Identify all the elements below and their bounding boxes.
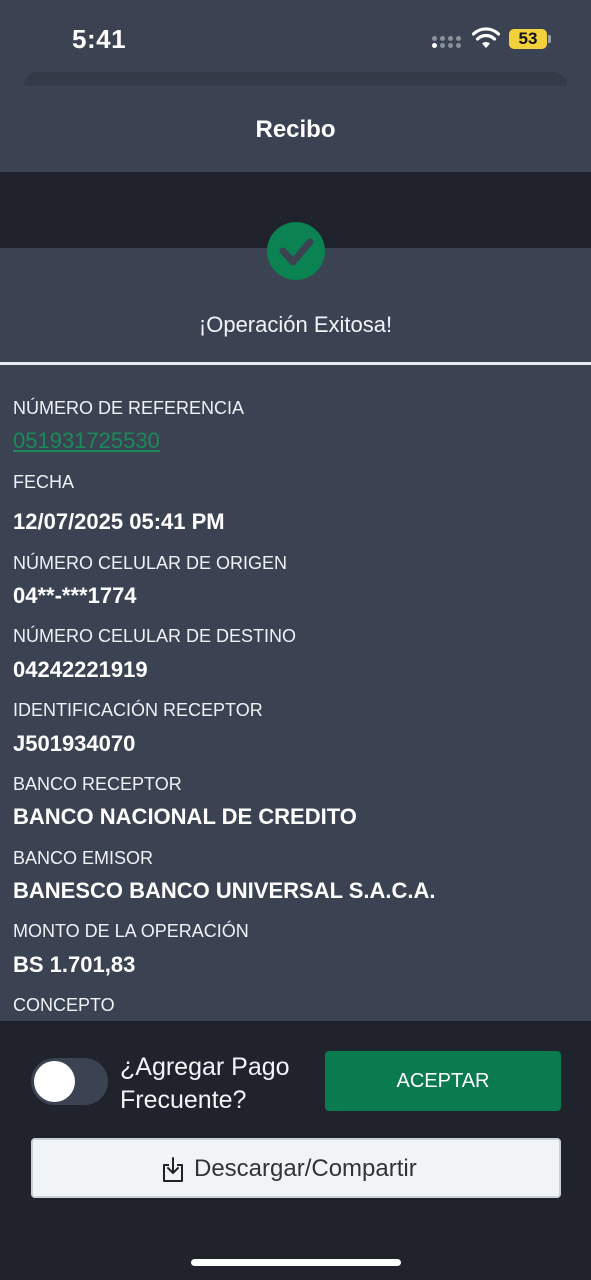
destination-phone-value: 04242221919 xyxy=(13,657,148,682)
frequent-payment-label: ¿Agregar Pago Frecuente? xyxy=(120,1053,290,1114)
amount-value: BS 1.701,83 xyxy=(13,952,136,977)
status-bar: 5:41 53 xyxy=(0,0,591,72)
receiver-bank-label: BANCO RECEPTOR xyxy=(13,774,182,794)
issuer-bank-value: BANESCO BANCO UNIVERSAL S.A.C.A. xyxy=(13,878,436,903)
battery-icon: 53 xyxy=(509,29,547,49)
wifi-icon xyxy=(472,27,500,48)
status-time: 5:41 xyxy=(72,24,127,54)
origin-phone-label: NÚMERO CELULAR DE ORIGEN xyxy=(13,553,288,573)
success-message: ¡Operación Exitosa! xyxy=(198,312,393,337)
header: Recibo xyxy=(0,86,591,172)
download-share-icon xyxy=(163,1157,183,1182)
success-section: ¡Operación Exitosa! xyxy=(0,222,591,364)
receiver-bank-value: BANCO NACIONAL DE CREDITO xyxy=(13,804,357,829)
check-circle-icon xyxy=(267,222,325,280)
cellular-signal-icon xyxy=(432,36,464,48)
receiver-id-label: IDENTIFICACIÓN RECEPTOR xyxy=(13,700,263,720)
page-title: Recibo xyxy=(255,116,336,143)
footer: ¿Agregar Pago Frecuente? ACEPTAR Descarg… xyxy=(0,1021,591,1280)
accept-button[interactable]: ACEPTAR xyxy=(325,1051,561,1111)
receipt-details: NÚMERO DE REFERENCIA 051931725530 FECHA … xyxy=(0,365,591,1021)
download-share-label: Descargar/Compartir xyxy=(194,1155,417,1182)
destination-phone-label: NÚMERO CELULAR DE DESTINO xyxy=(13,626,297,646)
home-indicator xyxy=(191,1259,401,1266)
download-share-button[interactable]: Descargar/Compartir xyxy=(31,1138,561,1198)
battery-tip xyxy=(548,35,551,43)
receiver-id-value: J501934070 xyxy=(13,731,136,756)
amount-label: MONTO DE LA OPERACIÓN xyxy=(13,921,249,941)
frequent-payment-toggle[interactable] xyxy=(31,1058,108,1105)
date-value: 12/07/2025 05:41 PM xyxy=(13,509,225,534)
toggle-knob xyxy=(34,1061,75,1102)
reference-label: NÚMERO DE REFERENCIA xyxy=(13,398,245,418)
origin-phone-value: 04**-***1774 xyxy=(13,583,137,608)
concept-label: CONCEPTO xyxy=(13,995,115,1015)
issuer-bank-label: BANCO EMISOR xyxy=(13,848,154,868)
date-label: FECHA xyxy=(13,472,75,492)
reference-number-link[interactable]: 051931725530 xyxy=(13,428,160,454)
